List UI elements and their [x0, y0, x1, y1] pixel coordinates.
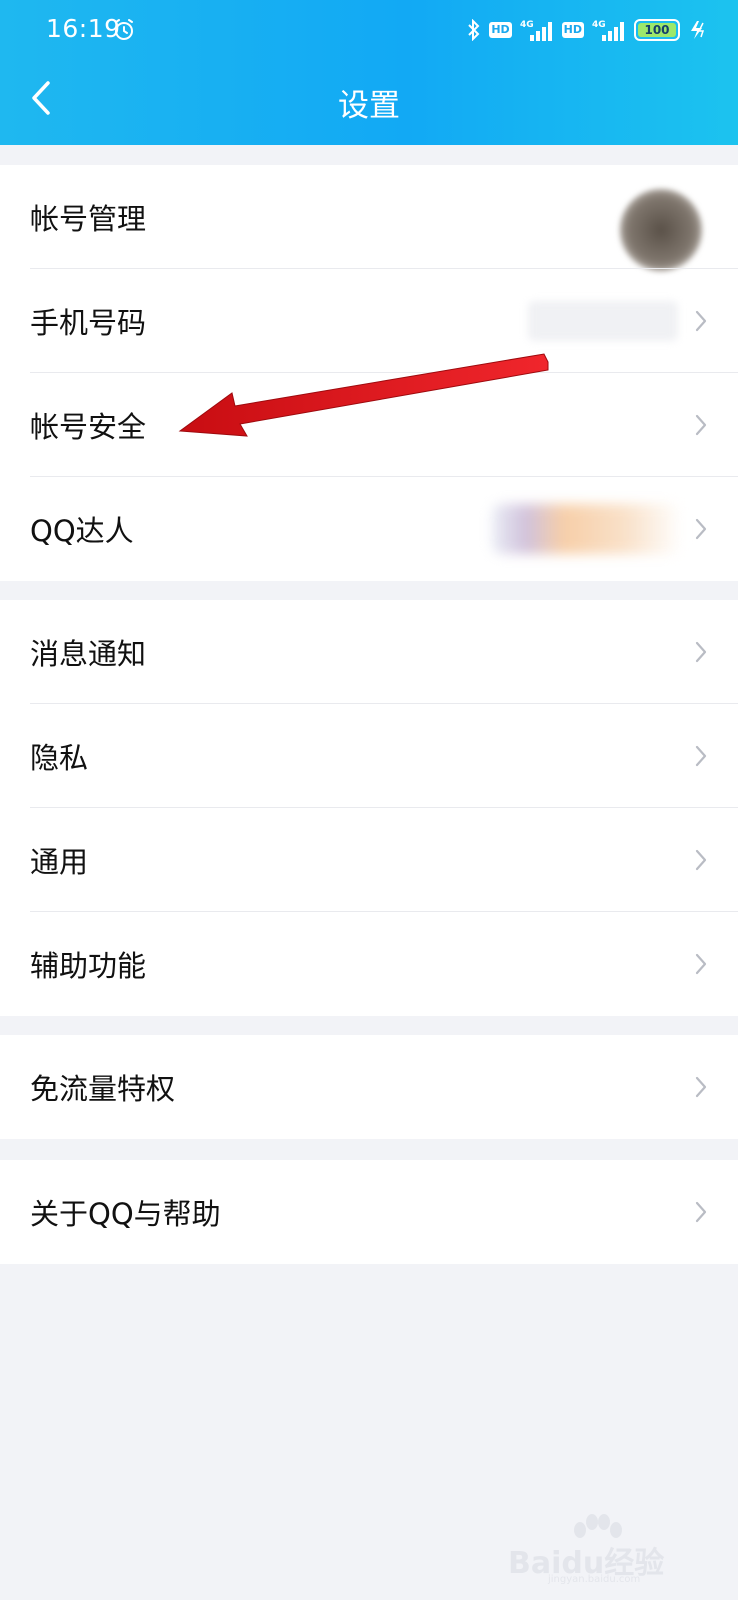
chevron-right-icon — [695, 849, 707, 871]
chevron-right-icon — [695, 641, 707, 663]
phone-number-value-blurred — [528, 301, 678, 341]
menu-item-phone-number[interactable]: 手机号码 — [0, 269, 738, 373]
battery-level: 100 — [638, 23, 676, 37]
status-time: 16:19 — [46, 14, 121, 43]
chevron-right-icon — [695, 310, 707, 332]
chevron-right-icon — [695, 1201, 707, 1223]
title-bar: 16:19 HD 4G HD 4G 100 设置 — [0, 0, 738, 145]
menu-item-account-security[interactable]: 帐号安全 — [0, 373, 738, 477]
status-icons: HD 4G HD 4G 100 — [467, 16, 708, 44]
menu-item-free-data-privilege[interactable]: 免流量特权 — [0, 1035, 738, 1139]
menu-item-label: 通用 — [30, 845, 89, 879]
hd-badge: HD — [489, 22, 512, 38]
menu-item-privacy[interactable]: 隐私 — [0, 704, 738, 808]
menu-item-general[interactable]: 通用 — [0, 808, 738, 912]
baidu-watermark: Baidu经验 jingyan.baidu.com — [508, 1512, 698, 1585]
menu-item-label: 关于QQ与帮助 — [30, 1197, 221, 1231]
menu-item-account-management[interactable]: 帐号管理 — [0, 165, 738, 271]
menu-item-notifications[interactable]: 消息通知 — [0, 600, 738, 704]
signal-icon: 4G — [520, 20, 552, 41]
menu-item-label: 免流量特权 — [30, 1072, 176, 1106]
preferences-group: 消息通知 隐私 通用 辅助功能 — [0, 600, 738, 1016]
charging-icon — [691, 21, 705, 39]
alarm-icon — [115, 19, 133, 40]
watermark-url: jingyan.baidu.com — [548, 1574, 641, 1585]
chevron-right-icon — [695, 414, 707, 436]
menu-item-label: 帐号管理 — [30, 202, 147, 236]
menu-item-label: QQ达人 — [30, 514, 134, 548]
menu-item-label: 帐号安全 — [30, 410, 147, 444]
menu-item-label: 辅助功能 — [30, 949, 147, 983]
data-privilege-group: 免流量特权 — [0, 1035, 738, 1139]
about-group: 关于QQ与帮助 — [0, 1160, 738, 1264]
svg-text:4G: 4G — [592, 20, 606, 30]
menu-item-label: 消息通知 — [30, 637, 147, 671]
menu-item-accessibility[interactable]: 辅助功能 — [0, 912, 738, 1016]
account-group: 帐号管理 手机号码 帐号安全 QQ达人 — [0, 165, 738, 581]
bluetooth-icon — [468, 19, 480, 41]
hd-badge-2: HD — [561, 22, 584, 38]
menu-item-qq-talent[interactable]: QQ达人 — [0, 477, 738, 581]
signal-icon-2: 4G — [592, 20, 624, 41]
svg-text:4G: 4G — [520, 20, 534, 30]
page-title: 设置 — [338, 88, 400, 124]
chevron-right-icon — [695, 745, 707, 767]
avatar — [620, 189, 702, 271]
chevron-right-icon — [695, 953, 707, 975]
battery-icon: 100 — [634, 19, 680, 41]
chevron-right-icon — [695, 1076, 707, 1098]
menu-item-label: 手机号码 — [30, 306, 147, 340]
qq-talent-badge-blurred — [492, 504, 682, 554]
menu-item-label: 隐私 — [30, 741, 89, 775]
chevron-right-icon — [695, 518, 707, 540]
menu-item-about-and-help[interactable]: 关于QQ与帮助 — [0, 1160, 738, 1264]
